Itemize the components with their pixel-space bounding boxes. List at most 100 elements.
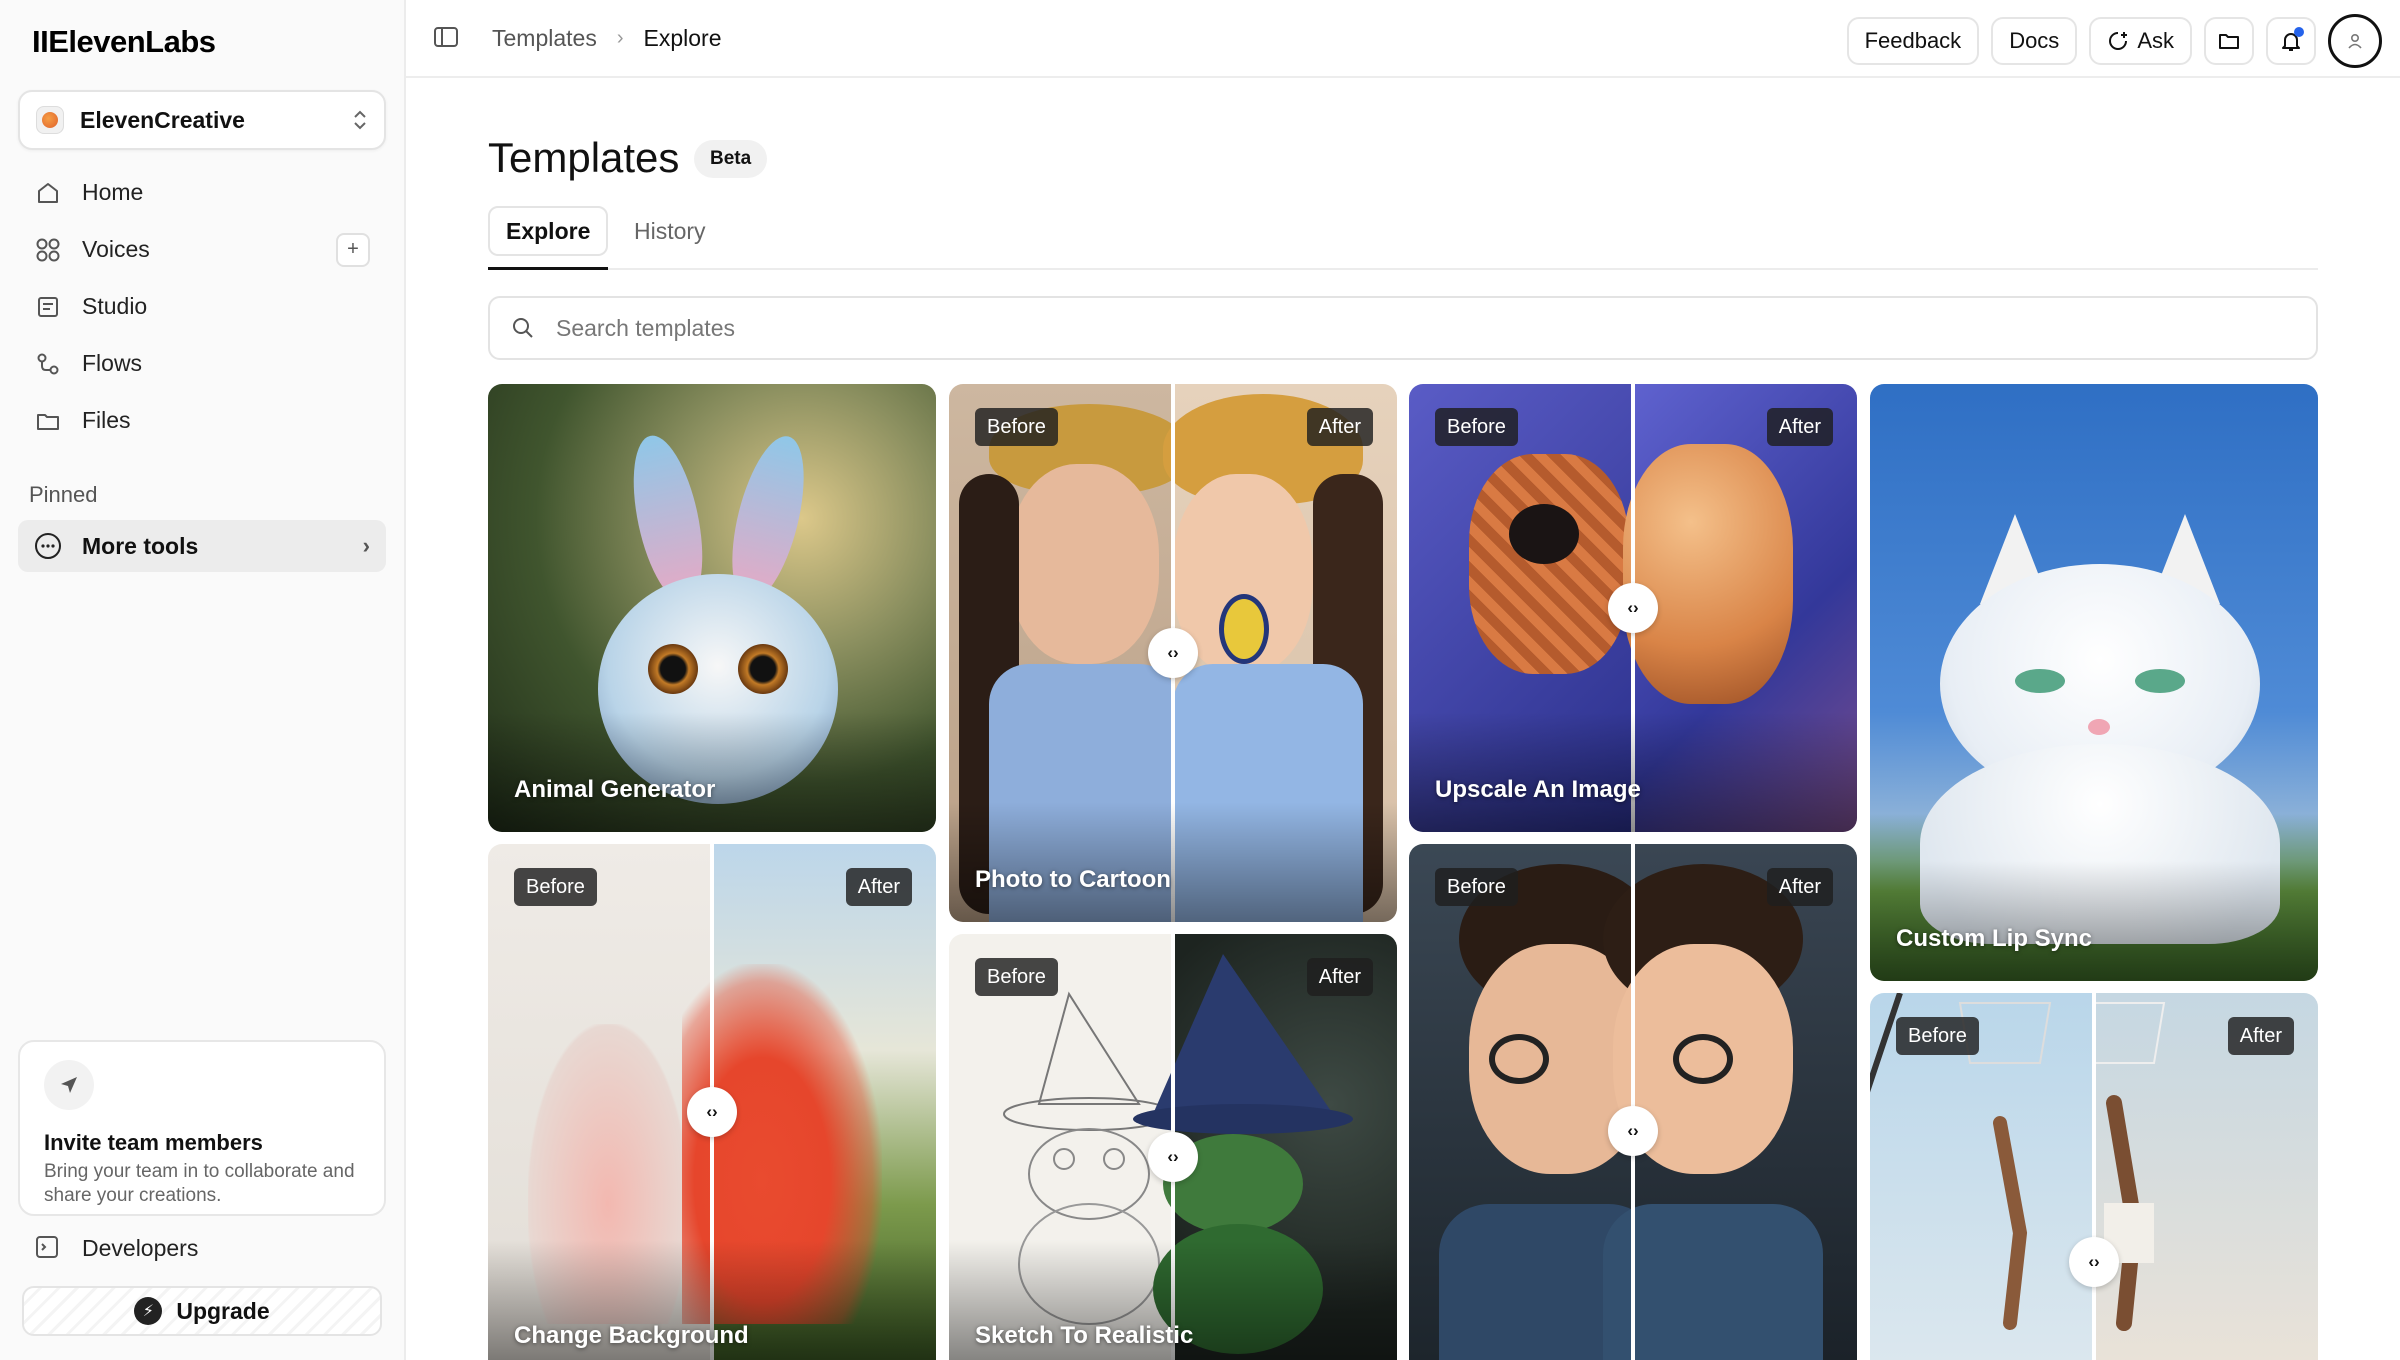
chevron-right-icon: › [616,26,624,49]
tab-explore[interactable]: Explore [488,206,609,270]
invite-title: Invite team members [44,1130,263,1155]
card-title: Animal Generator [514,776,716,803]
after-tag: After [1766,408,1833,446]
folder-icon [2217,29,2241,53]
notification-dot [2294,27,2304,37]
developers-label: Developers [82,1234,199,1261]
avatar[interactable] [2328,14,2382,68]
compare-divider [1631,844,1635,1360]
card-title: Change Background [514,1322,749,1349]
elevenlabs-logo[interactable]: IIElevenLabs [32,24,216,60]
workspace-icon [36,106,64,134]
card-shade [949,802,1397,922]
flows-icon [34,350,62,378]
more-tools-button[interactable]: More tools › [18,520,386,572]
compare-handle-icon[interactable]: ‹› [687,1087,737,1137]
sidebar-nav: Home Voices + Studio Flows Files [18,164,386,449]
top-bar: Templates › Explore Feedback Docs Ask [406,0,2400,78]
search-icon [510,315,536,341]
after-tag: After [1306,958,1373,996]
more-icon [34,532,62,560]
before-tag: Before [975,408,1058,446]
compare-divider [2092,993,2096,1360]
chevron-up-down-icon [352,108,368,133]
after-tag: After [2227,1017,2294,1055]
terminal-icon [34,1234,62,1262]
workspace-name: ElevenCreative [80,106,245,133]
files-button[interactable] [2204,17,2254,65]
card-title: Photo to Cartoon [975,866,1171,893]
add-voice-button[interactable]: + [336,232,370,267]
compare-handle-icon[interactable]: ‹› [1148,628,1198,678]
sidebar-item-label: Voices [82,236,150,262]
compare-handle-icon[interactable]: ‹› [1608,583,1658,633]
template-card-sketch-to-realistic[interactable]: ‹› Before After Sketch To Realistic [949,934,1397,1360]
tab-bar: Explore History [488,206,2318,270]
sidebar-item-label: Flows [82,350,143,376]
docs-button[interactable]: Docs [1991,17,2078,65]
pinned-heading: Pinned [29,482,98,507]
template-card-photo-to-cartoon[interactable]: ‹› Before After Photo to Cartoon [949,384,1397,922]
before-tag: Before [1896,1017,1979,1055]
tab-history[interactable]: History [618,206,722,256]
folder-icon [34,407,62,435]
sidebar-item-label: Home [82,179,144,205]
breadcrumb-explore: Explore [643,24,722,51]
template-card-upscale-an-image[interactable]: ‹› Before After Upscale An Image [1409,384,1857,832]
after-tag: After [1306,408,1373,446]
after-tag: After [845,868,912,906]
home-icon [34,179,62,207]
sidebar: IIElevenLabs ElevenCreative Home Voices … [0,0,406,1360]
before-image [1409,844,1659,1360]
sidebar-item-studio[interactable]: Studio [18,278,386,335]
developers-link[interactable]: Developers [18,1222,386,1274]
card-title: Upscale An Image [1435,776,1641,803]
after-tag: After [1766,868,1833,906]
template-card-change-background[interactable]: ‹› Before After Change Background [488,844,936,1360]
sidebar-toggle-icon[interactable] [432,23,462,53]
before-tag: Before [1435,408,1518,446]
card-shade [1409,712,1857,832]
chevron-right-icon: › [362,533,370,558]
card-title: Sketch To Realistic [975,1322,1194,1349]
template-card-custom-lip-sync[interactable]: Custom Lip Sync [1870,384,2318,981]
template-card-cartoon-portrait[interactable]: ‹› Before After [1409,844,1857,1360]
sidebar-item-home[interactable]: Home [18,164,386,221]
breadcrumb-templates[interactable]: Templates [492,25,597,52]
beta-badge: Beta [694,140,768,178]
card-shade [1870,861,2318,981]
before-tag: Before [1435,868,1518,906]
sidebar-item-label: Files [82,407,131,433]
search-input[interactable] [556,314,2296,342]
cat-illustration [1920,514,2280,944]
sidebar-item-voices[interactable]: Voices + [18,221,386,278]
invite-description: Bring your team in to collaborate and sh… [44,1161,355,1206]
compare-handle-icon[interactable]: ‹› [2069,1237,2119,1287]
sidebar-item-flows[interactable]: Flows [18,335,386,392]
card-shade [488,712,936,832]
compare-handle-icon[interactable]: ‹› [1608,1106,1658,1156]
template-card-animal-generator[interactable]: Animal Generator [488,384,936,832]
invite-card[interactable]: Invite team members Bring your team in t… [18,1040,386,1216]
send-icon [44,1060,94,1110]
upgrade-button[interactable]: ⚡ Upgrade [22,1286,382,1336]
search-bar[interactable] [488,296,2318,360]
ask-label: Ask [2137,28,2174,53]
more-tools-label: More tools [82,532,199,559]
before-tag: Before [975,958,1058,996]
voices-icon [34,236,62,264]
upgrade-label: Upgrade [176,1297,270,1324]
template-card-basketball[interactable]: ‹› Before After [1870,993,2318,1360]
workspace-switcher[interactable]: ElevenCreative [18,90,386,150]
compare-handle-icon[interactable]: ‹› [1148,1132,1198,1182]
notifications-button[interactable] [2266,17,2316,65]
card-title: Custom Lip Sync [1896,925,2093,952]
before-tag: Before [514,868,597,906]
chat-sparkle-icon [2107,30,2129,52]
page-title: Templates [488,134,680,181]
ask-button[interactable]: Ask [2089,17,2192,65]
sidebar-item-label: Studio [82,293,148,319]
sidebar-item-files[interactable]: Files [18,392,386,449]
bolt-icon: ⚡ [134,1297,163,1325]
feedback-button[interactable]: Feedback [1846,17,1980,65]
